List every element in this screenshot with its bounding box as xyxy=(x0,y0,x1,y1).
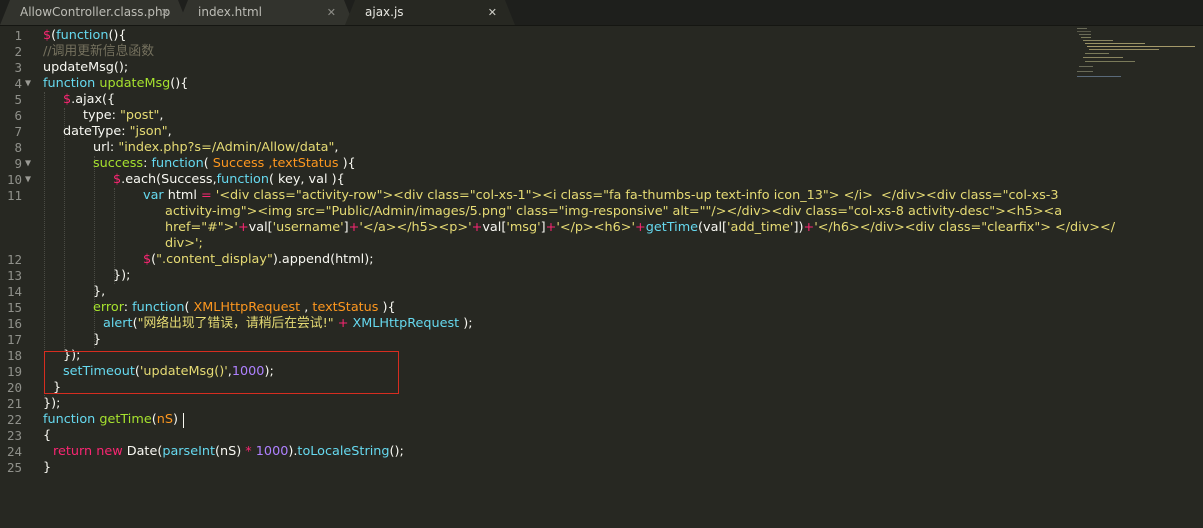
code-editor[interactable]: 1 2 3 4 5 6 7 8 9 10 11 12 13 14 15 16 1… xyxy=(0,26,1203,528)
minimap-line xyxy=(1079,66,1093,67)
code-line: $(function(){ xyxy=(43,28,127,43)
line-number: 23 xyxy=(6,428,22,443)
code-line-wrap: activity-img"><img src="Public/Admin/ima… xyxy=(165,204,1063,219)
code-line: return new Date(parseInt(nS) * 1000).toL… xyxy=(53,444,404,459)
line-number: 12 xyxy=(6,252,22,267)
code-line: }); xyxy=(43,396,61,411)
line-number: 16 xyxy=(6,316,22,331)
minimap-line xyxy=(1085,61,1135,62)
code-line: var html = '<div class="activity-row"><d… xyxy=(143,188,1059,203)
code-comment: //调用更新信息函数 xyxy=(43,44,154,59)
line-number: 4 xyxy=(14,76,22,91)
minimap-line xyxy=(1089,49,1159,50)
minimap-line xyxy=(1083,57,1123,58)
line-number: 8 xyxy=(14,140,22,155)
line-number: 13 xyxy=(6,268,22,283)
code-line: dateType: "json", xyxy=(63,124,172,139)
code-line: function getTime(nS) xyxy=(43,412,178,427)
line-number: 25 xyxy=(6,460,22,475)
line-number: 7 xyxy=(14,124,22,139)
line-number: 22 xyxy=(6,412,22,427)
line-number: 3 xyxy=(14,60,22,75)
minimap[interactable] xyxy=(1075,26,1203,86)
code-line-wrap: div>'; xyxy=(165,236,203,251)
line-number: 15 xyxy=(6,300,22,315)
minimap-line xyxy=(1077,71,1093,72)
close-icon[interactable]: ✕ xyxy=(488,0,497,25)
line-number: 1 xyxy=(14,28,22,43)
minimap-line xyxy=(1087,46,1195,47)
code-line: } xyxy=(93,332,102,347)
code-line: updateMsg(); xyxy=(43,60,129,75)
tab-label: ajax.js xyxy=(365,5,404,19)
line-number: 24 xyxy=(6,444,22,459)
code-line: alert("网络出现了错误，请稍后在尝试!" + XMLHttpRequest… xyxy=(103,316,473,331)
close-icon[interactable]: ✕ xyxy=(327,0,336,25)
tab-ajax-js[interactable]: ajax.js ✕ xyxy=(345,0,515,25)
code-line: function updateMsg(){ xyxy=(43,76,189,91)
minimap-line xyxy=(1081,37,1091,38)
fold-arrow-icon[interactable]: ▼ xyxy=(25,156,35,172)
fold-arrow-icon[interactable]: ▼ xyxy=(25,172,35,188)
line-number: 18 xyxy=(6,348,22,363)
line-number: 14 xyxy=(6,284,22,299)
code-line: }, xyxy=(93,284,106,299)
code-line: }); xyxy=(113,268,131,283)
indent-guide xyxy=(64,108,65,348)
minimap-line xyxy=(1079,34,1091,35)
minimap-line xyxy=(1077,28,1087,29)
code-line: } xyxy=(43,460,52,475)
tab-label: index.html xyxy=(198,5,262,19)
text-cursor xyxy=(183,413,184,428)
tab-label: AllowController.class.php xyxy=(20,5,171,19)
line-number: 17 xyxy=(6,332,22,347)
code-line: $.each(Success,function( key, val ){ xyxy=(113,172,345,187)
code-line: error: function( XMLHttpRequest , textSt… xyxy=(93,300,396,315)
code-line-wrap: href="#">'+val['username']+'</a></h5><p>… xyxy=(165,220,1116,235)
line-number: 21 xyxy=(6,396,22,411)
code-line: { xyxy=(43,428,52,443)
code-line: success: function( Success ,textStatus )… xyxy=(93,156,356,171)
line-number: 19 xyxy=(6,364,22,379)
code-line: $(".content_display").append(html); xyxy=(143,252,374,267)
fold-arrow-icon[interactable]: ▼ xyxy=(25,76,35,92)
highlight-box xyxy=(44,351,399,394)
line-number: 5 xyxy=(14,92,22,107)
minimap-line xyxy=(1085,53,1109,54)
tab-bar: AllowController.class.php ✕ index.html ✕… xyxy=(0,0,1203,26)
code-line: url: "index.php?s=/Admin/Allow/data", xyxy=(93,140,339,155)
line-number: 20 xyxy=(6,380,22,395)
minimap-line xyxy=(1077,76,1121,77)
minimap-line xyxy=(1077,31,1091,32)
line-number: 10 xyxy=(6,172,22,187)
line-number: 11 xyxy=(6,188,22,203)
indent-guide xyxy=(94,156,95,348)
code-line: $.ajax({ xyxy=(63,92,116,107)
tab-index-html[interactable]: index.html ✕ xyxy=(178,0,354,25)
tab-allowcontroller[interactable]: AllowController.class.php ✕ xyxy=(0,0,188,25)
minimap-line xyxy=(1085,43,1145,44)
code-line: type: "post", xyxy=(83,108,164,123)
line-number: 2 xyxy=(14,44,22,59)
close-icon[interactable]: ✕ xyxy=(161,0,170,25)
minimap-line xyxy=(1083,40,1113,41)
line-number: 6 xyxy=(14,108,22,123)
line-number: 9 xyxy=(14,156,22,171)
